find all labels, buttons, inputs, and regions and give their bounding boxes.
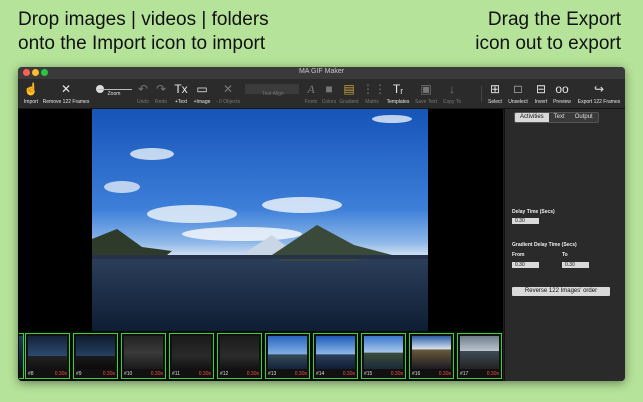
gradient-button[interactable]: ▤ Gradient (338, 80, 360, 108)
frame-thumbnail (364, 336, 403, 369)
filmstrip-frame[interactable]: #9 0.30s (73, 333, 118, 379)
frame-thumbnail (460, 336, 499, 369)
frame-thumbnail (172, 336, 211, 369)
promo-right-line2: icon out to export (475, 33, 621, 54)
gradient-delay-label: Gradient Delay Time (Secs) (512, 242, 577, 248)
canvas-area[interactable] (18, 109, 503, 331)
filmstrip-frame[interactable]: #8 0.30s (25, 333, 70, 379)
invert-button[interactable]: ⊟ Invert (532, 80, 550, 108)
unselect-button[interactable]: □ Unselect (506, 80, 530, 108)
select-button[interactable]: ⊞ Select (485, 80, 505, 108)
color-swatch-icon: ■ (325, 82, 333, 96)
objects-button[interactable]: ✕ - 0 Objects (215, 80, 241, 108)
frame-thumbnail (316, 336, 355, 369)
filmstrip-frame[interactable]: #11 0.30s (169, 333, 214, 379)
grid-icon: ⋮⋮ (362, 82, 386, 96)
frame-thumbnail (124, 336, 163, 369)
share-arrow-icon: ↪ (593, 82, 605, 96)
promo-right: Drag the Export icon out to export (475, 8, 621, 56)
promo-left: Drop images | videos | folders onto the … (18, 8, 269, 56)
image-icon: ▭ (196, 82, 208, 96)
to-field[interactable]: 0.30 (562, 262, 589, 268)
save-icon: ▣ (420, 82, 432, 96)
current-frame-image[interactable] (92, 109, 428, 331)
promo-left-line2: onto the Import icon to import (18, 33, 266, 54)
tab-activities[interactable]: Activities (515, 113, 549, 122)
toolbar-divider (481, 86, 482, 102)
filmstrip-frame[interactable]: #16 0.30s (409, 333, 454, 379)
window-title: MA GIF Maker (298, 68, 345, 75)
square-outline-icon: □ (514, 82, 522, 96)
import-button[interactable]: ☝ Import (20, 80, 42, 108)
select-all-icon: ⊞ (489, 82, 501, 96)
toolbar: ☝ Import ✕ Remove 122 Frames Zoom ↶ Undo… (18, 80, 625, 109)
remove-frames-button[interactable]: ✕ Remove 122 Frames (42, 80, 90, 108)
frame-thumbnail (19, 336, 23, 369)
close-icon: ✕ (222, 82, 234, 96)
reverse-order-button[interactable]: Reverse 122 Images' order (512, 287, 610, 296)
save-text-button[interactable]: ▣ Save Text (414, 80, 438, 108)
tab-text[interactable]: Text (548, 113, 570, 122)
hand-pointer-icon: ☝ (23, 82, 39, 96)
redo-button[interactable]: ↷ Redo (152, 80, 170, 108)
template-text-icon: Tᵣ (392, 82, 404, 96)
from-label: From (512, 252, 525, 258)
delay-time-label: Delay Time (Secs) (512, 209, 555, 215)
copy-to-button[interactable]: ↓ Copy To (440, 80, 464, 108)
filmstrip-frame[interactable]: #12 0.30s (217, 333, 262, 379)
landscape-illustration (92, 115, 428, 261)
frame-thumbnail (268, 336, 307, 369)
undo-button[interactable]: ↶ Undo (134, 80, 152, 108)
from-field[interactable]: 0.30 (512, 262, 539, 268)
templates-button[interactable]: Tᵣ Templates (384, 80, 412, 108)
panel-tabs: Activities Text Output (514, 112, 599, 123)
glasses-icon: oo (555, 82, 569, 96)
tab-output[interactable]: Output (569, 113, 598, 122)
colors-button[interactable]: ■ Colors (320, 80, 338, 108)
filmstrip-frame[interactable]: #15 0.30s (361, 333, 406, 379)
gradient-icon: ▤ (343, 82, 355, 96)
close-icon: ✕ (60, 82, 72, 96)
title-bar: MA GIF Maker (18, 67, 625, 80)
delay-time-field[interactable]: 0.30 (512, 218, 539, 224)
app-window: MA GIF Maker ☝ Import ✕ Remove 122 Frame… (18, 67, 625, 381)
fonts-button[interactable]: A Fonts (302, 80, 320, 108)
frame-thumbnail (28, 336, 67, 369)
add-image-button[interactable]: ▭ +Image (191, 80, 213, 108)
filmstrip-frame-partial[interactable] (19, 333, 24, 379)
filmstrip-frame[interactable]: #13 0.30s (265, 333, 310, 379)
filmstrip[interactable]: #8 0.30s #9 0.30s #10 0.30s #11 0.30s #1… (18, 331, 503, 381)
frame-thumbnail (412, 336, 451, 369)
filmstrip-frame[interactable]: #10 0.30s (121, 333, 166, 379)
promo-left-line1: Drop images | videos | folders (18, 9, 269, 30)
add-text-button[interactable]: Tx +Text (171, 80, 191, 108)
frame-thumbnail (220, 336, 259, 369)
zoom-label: Zoom (107, 91, 121, 97)
redo-icon: ↷ (155, 82, 167, 96)
filmstrip-frame[interactable]: #17 0.30s (457, 333, 502, 379)
export-button[interactable]: ↪ Export 122 Frames (575, 80, 623, 108)
frame-thumbnail (76, 336, 115, 369)
filmstrip-frame[interactable]: #14 0.30s (313, 333, 358, 379)
text-icon: Tx (174, 82, 188, 96)
invert-icon: ⊟ (535, 82, 547, 96)
side-panel: Activities Text Output Delay Time (Secs)… (504, 109, 625, 381)
arrow-down-icon: ↓ (449, 82, 455, 96)
to-label: To (562, 252, 568, 258)
matrix-button[interactable]: ⋮⋮ Matrix (362, 80, 386, 108)
promo-right-line1: Drag the Export (487, 9, 621, 30)
font-icon: A (307, 82, 315, 96)
undo-icon: ↶ (137, 82, 149, 96)
preview-button[interactable]: oo Preview (551, 80, 573, 108)
